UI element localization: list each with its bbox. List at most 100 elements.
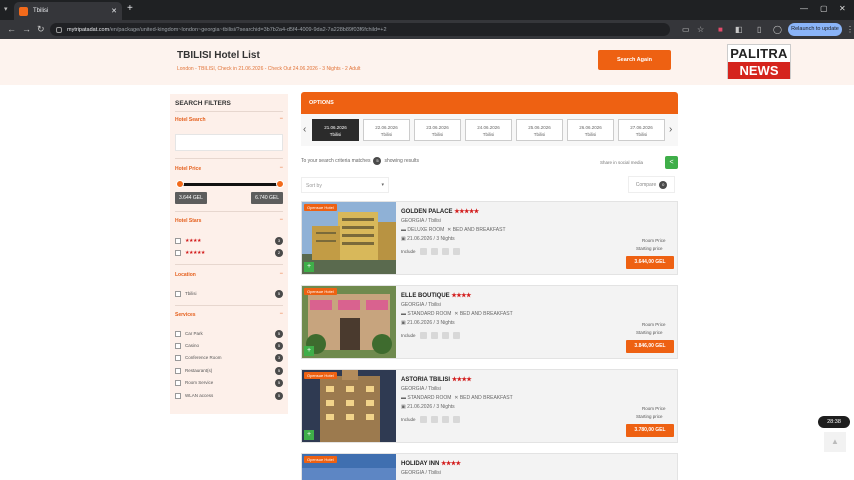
checkbox[interactable]	[175, 379, 181, 386]
collapse-icon[interactable]: −	[279, 271, 283, 277]
checkbox[interactable]	[175, 330, 181, 337]
service-filter-row[interactable]: Restaurant(s) 5	[175, 366, 283, 375]
checkbox[interactable]	[175, 249, 181, 256]
collapse-icon[interactable]: −	[279, 311, 283, 317]
hotel-card[interactable]: Opensue Hotel HOLIDAY INN ★★★★ GEORGIA /…	[301, 453, 678, 480]
checkbox[interactable]	[175, 342, 181, 349]
checkbox[interactable]	[175, 354, 181, 361]
checkbox[interactable]	[175, 290, 181, 297]
hotel-badge: Opensue Hotel	[304, 204, 337, 211]
location-filter-row[interactable]: Tbilisi 5	[175, 289, 283, 298]
tab-close-icon[interactable]: ✕	[111, 7, 117, 15]
bookmark-star-icon[interactable]: ☆	[697, 25, 704, 34]
price-button[interactable]: 3.644,00 GEL	[626, 256, 674, 269]
hotel-photo[interactable]: Opensue Hotel +	[302, 202, 396, 274]
minimize-icon[interactable]: —	[800, 4, 808, 13]
chevron-left-icon[interactable]: ‹	[303, 124, 306, 135]
checkbox[interactable]	[175, 237, 181, 244]
new-tab-icon[interactable]: +	[127, 3, 133, 14]
transfer-icon	[430, 332, 438, 339]
share-icon[interactable]: <	[665, 156, 678, 169]
sidebar-icon[interactable]: ▯	[757, 25, 761, 34]
stars-filter-row[interactable]: ★★★★★ 2	[175, 248, 283, 257]
hotel-name[interactable]: HOLIDAY INN ★★★★	[401, 460, 461, 467]
price-max-handle[interactable]	[276, 180, 284, 188]
sort-select[interactable]: Sort by ▾	[301, 177, 389, 193]
hotel-card[interactable]: Opensue Hotel + ELLE BOUTIQUE ★★★★ GEORG…	[301, 285, 678, 359]
cast-icon[interactable]: ▭	[682, 25, 690, 34]
stars-label: ★★★★	[185, 237, 201, 244]
stars-filter-row[interactable]: ★★★★ 3	[175, 236, 283, 245]
hotel-search-heading[interactable]: Hotel Search	[175, 117, 206, 123]
service-filter-row[interactable]: Conference Room 3	[175, 353, 283, 362]
price-range-track[interactable]	[180, 183, 280, 186]
service-filter-row[interactable]: Casino 5	[175, 341, 283, 350]
date-option[interactable]: 21.06.2026 Tbilisi	[312, 119, 359, 141]
date-options-row: ‹ 21.06.2026 Tbilisi 22.06.2026 Tbilisi 23…	[301, 114, 678, 146]
count-badge: 5	[275, 378, 283, 387]
count-badge: 5	[275, 341, 283, 350]
menu-icon[interactable]: ⋮	[846, 25, 854, 34]
collapse-icon[interactable]: −	[279, 165, 283, 171]
search-again-button[interactable]: Search Again	[598, 50, 671, 70]
price-button[interactable]: 3.846,00 GEL	[626, 340, 674, 353]
price-min-handle[interactable]	[176, 180, 184, 188]
hotel-photo[interactable]: Opensue Hotel +	[302, 286, 396, 358]
maximize-icon[interactable]: ▢	[820, 4, 828, 13]
hotel-price-heading[interactable]: Hotel Price	[175, 166, 201, 172]
plus-icon[interactable]: +	[304, 262, 314, 272]
extension-icon[interactable]: ■	[718, 25, 723, 34]
date-option[interactable]: 22.06.2026 Tbilisi	[363, 119, 410, 141]
service-filter-row[interactable]: WLAN access 5	[175, 391, 283, 400]
hotel-location: GEORGIA / Tbilisi	[401, 302, 441, 308]
hotel-room: ▬ STANDARD ROOM ✕ BED AND BREAKFAST	[401, 395, 513, 401]
scroll-top-icon[interactable]: ▲	[824, 432, 846, 452]
window-close-icon[interactable]: ✕	[839, 4, 846, 13]
checkbox[interactable]	[175, 392, 181, 399]
hotel-name[interactable]: ELLE BOUTIQUE ★★★★	[401, 292, 471, 299]
chevron-down-icon: ▾	[381, 182, 384, 188]
date-option[interactable]: 25.06.2026 Tbilisi	[516, 119, 563, 141]
reload-icon[interactable]: ↻	[37, 24, 45, 35]
services-heading[interactable]: Services	[175, 312, 196, 318]
date-option[interactable]: 27.06.2026 Tbilisi	[618, 119, 665, 141]
hotel-photo[interactable]: Opensue Hotel +	[302, 370, 396, 442]
hotel-photo[interactable]: Opensue Hotel	[302, 454, 396, 480]
back-icon[interactable]: ←	[7, 24, 16, 34]
divider	[175, 305, 283, 306]
plus-icon[interactable]: +	[304, 430, 314, 440]
count-badge: 5	[275, 366, 283, 375]
tab-search-icon[interactable]: ▾	[4, 5, 8, 13]
forward-icon[interactable]: →	[22, 24, 31, 34]
date-option[interactable]: 23.06.2026 Tbilisi	[414, 119, 461, 141]
checkbox[interactable]	[175, 367, 181, 374]
hotel-card[interactable]: Opensue Hotel + ASTORIA TBILISI ★★★★ GEO…	[301, 369, 678, 443]
location-heading[interactable]: Location	[175, 272, 196, 278]
compare-button[interactable]: Compare 0	[628, 176, 675, 193]
site-info-icon[interactable]	[56, 26, 62, 33]
hotel-card[interactable]: Opensue Hotel + GOLDEN PALACE ★★★★★ GEOR…	[301, 201, 678, 275]
hotel-date: ▣ 21.06.2026 / 3 Nights	[401, 236, 455, 242]
profile-icon[interactable]: ◯	[773, 25, 782, 34]
date-option[interactable]: 26.06.2026 Tbilisi	[567, 119, 614, 141]
browser-tab[interactable]: Tbilisi ✕	[14, 2, 122, 20]
search-filters-panel: SEARCH FILTERS Hotel Search − Hotel Pric…	[170, 94, 288, 414]
service-filter-row[interactable]: Room Service 5	[175, 378, 283, 387]
hotel-search-input[interactable]	[175, 134, 283, 151]
plus-icon[interactable]: +	[304, 346, 314, 356]
hotel-icon	[452, 416, 460, 423]
hotel-stars-heading[interactable]: Hotel Stars	[175, 218, 201, 224]
hotel-name[interactable]: ASTORIA TBILISI ★★★★	[401, 376, 472, 383]
url-bar[interactable]: mytripatadat.com/en/package/united-kingd…	[50, 23, 670, 36]
chevron-right-icon[interactable]: ›	[669, 124, 672, 135]
relaunch-button[interactable]: Relaunch to update	[788, 23, 842, 36]
service-filter-row[interactable]: Car Park 5	[175, 329, 283, 338]
extensions-puzzle-icon[interactable]: ◧	[735, 25, 743, 34]
hotel-name[interactable]: GOLDEN PALACE ★★★★★	[401, 208, 479, 215]
date-option[interactable]: 24.06.2026 Tbilisi	[465, 119, 512, 141]
collapse-icon[interactable]: −	[279, 217, 283, 223]
service-label: Car Park	[185, 331, 203, 336]
collapse-icon[interactable]: −	[279, 116, 283, 122]
price-button[interactable]: 3.780,00 GEL	[626, 424, 674, 437]
hotel-date: ▣ 21.06.2026 / 3 Nights	[401, 404, 455, 410]
